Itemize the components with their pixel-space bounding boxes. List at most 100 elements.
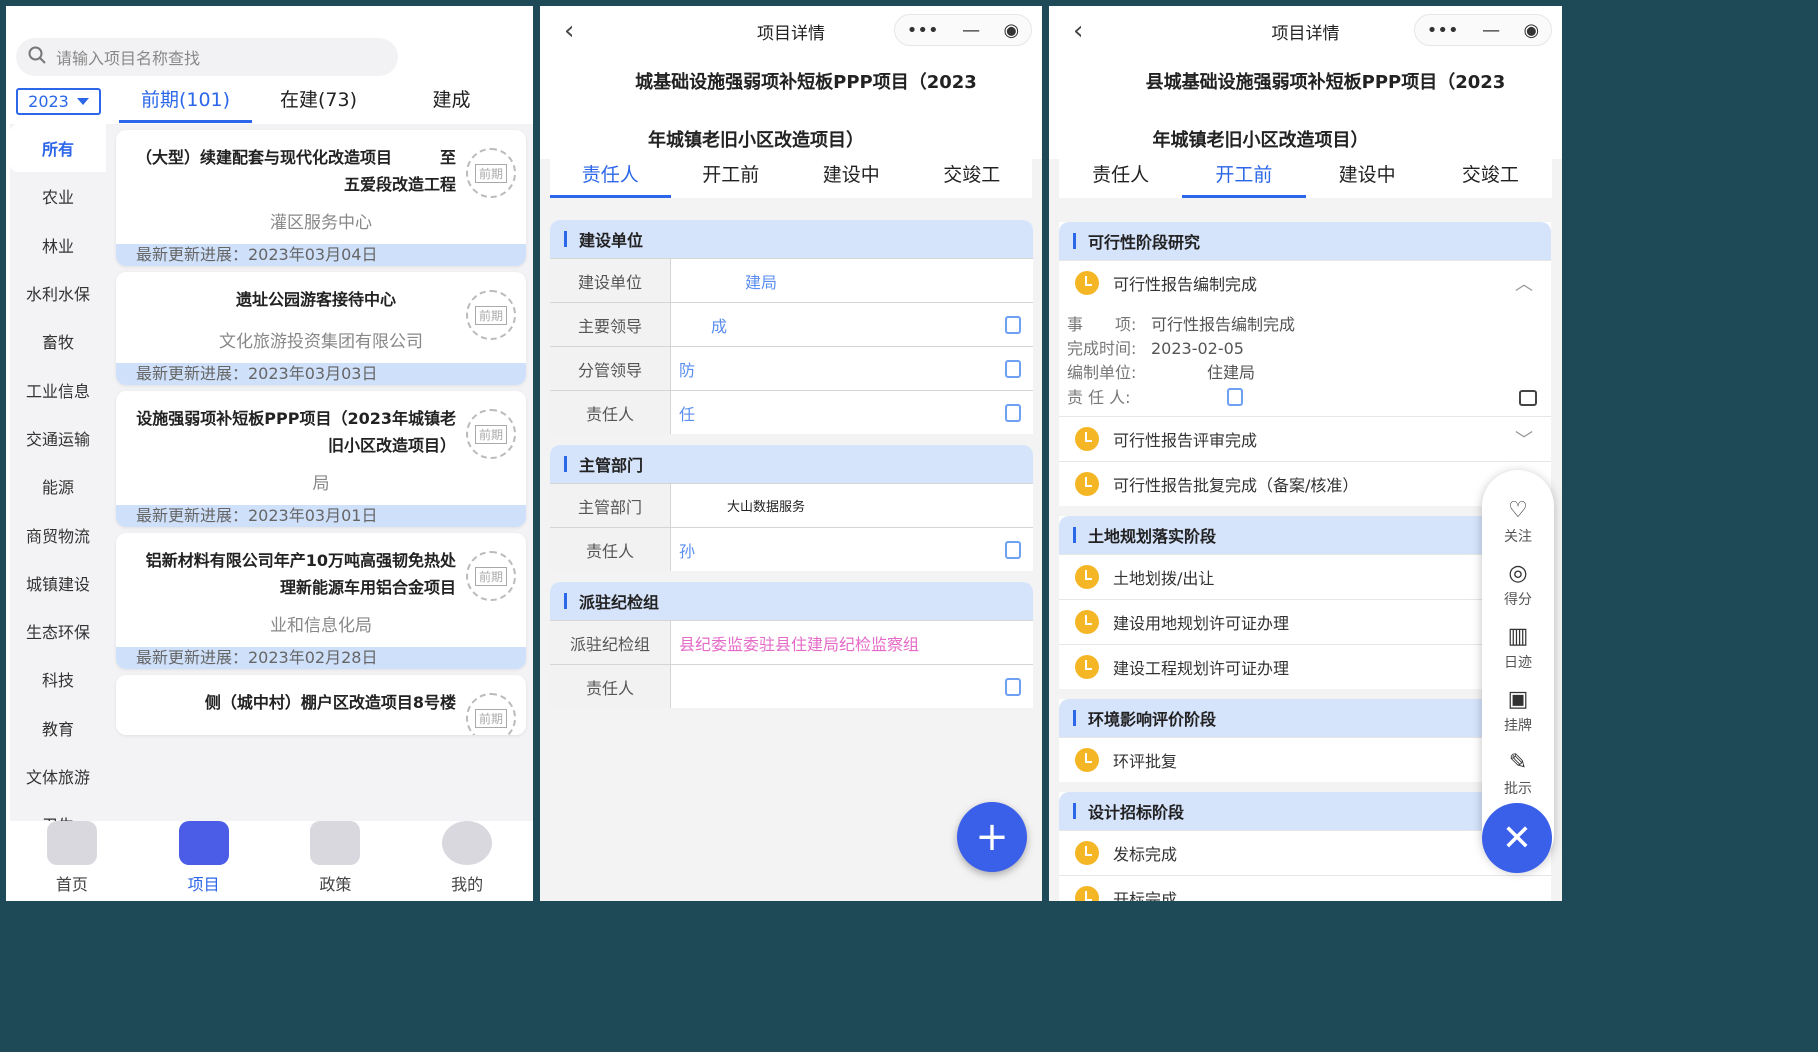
field-label: 分管领导 [550,347,671,390]
nav-project[interactable]: 项目 [138,821,270,901]
nav-home[interactable]: 首页 [6,821,138,901]
chevron-up-icon[interactable]: ︿ [1515,270,1533,296]
close-menu-button[interactable]: ✕ [1482,803,1552,873]
year-select[interactable]: 2023 [16,88,101,115]
category-item[interactable]: 交通运输 [10,414,106,462]
tab-responsible[interactable]: 责任人 [1059,156,1182,198]
tab-completion[interactable]: 交竣工 [1429,156,1552,198]
policy-doc-icon [310,821,361,865]
category-item[interactable]: 林业 [10,221,106,269]
stage-item[interactable]: 环评批复 [1059,737,1551,782]
stage-stamp-icon: 前期 [466,551,516,601]
category-item[interactable]: 农业 [10,172,106,220]
document-icon[interactable] [1005,541,1021,559]
stage-item[interactable]: 土地划拨/出让 [1059,554,1551,599]
tab-preliminary[interactable]: 前期(101) [119,86,252,123]
minimize-icon[interactable]: — [962,20,980,41]
project-list-screen: 请输入项目名称查找 2023 前期(101) 在建(73) 建成 所有 农业 林… [6,6,533,901]
tab-building[interactable]: 建设中 [1306,156,1429,198]
search-placeholder: 请输入项目名称查找 [56,49,201,68]
category-item[interactable]: 教育 [10,704,106,752]
status-tabs: 前期(101) 在建(73) 建成 [119,86,519,123]
project-card[interactable]: 侧（城中村）棚户区改造项目8号楼 前期 [116,675,526,735]
tab-responsible[interactable]: 责任人 [550,156,671,198]
minimize-icon[interactable]: — [1482,20,1500,41]
category-item[interactable]: 文体旅游 [10,752,106,800]
stage-item[interactable]: 发标完成 [1059,830,1551,875]
header-bar: ‹ 项目详情 ••• — ◉ [1049,6,1562,54]
detail-tabs: 责任人 开工前 建设中 交竣工 [550,156,1032,198]
project-org: 文化旅游投资集团有限公司 [219,332,423,352]
project-card[interactable]: 铝新材料有限公司年产10万吨高强韧免热处理新能源车用铝合金项目 业和信息化局 最… [116,533,526,669]
project-title: 设施强弱项补短板PPP项目（2023年城镇老旧小区改造项目） [136,409,456,455]
chevron-down-icon[interactable]: ﹀ [1515,426,1533,452]
stage-item[interactable]: 建设用地规划许可证办理 [1059,599,1551,644]
category-item[interactable]: 科技 [10,655,106,703]
category-item[interactable]: 城镇建设 [10,559,106,607]
update-date: 最新更新进展：2023年03月01日 [116,505,526,527]
category-item[interactable]: 水利水保 [10,269,106,317]
field-label: 主管部门 [550,484,671,527]
category-item[interactable]: 能源 [10,462,106,510]
tab-before-start[interactable]: 开工前 [671,156,792,198]
stage-stamp-icon: 前期 [466,148,516,198]
field-value: 大山数据服务 [727,500,806,515]
nav-mine[interactable]: 我的 [401,821,533,901]
category-sidebar: 所有 农业 林业 水利水保 畜牧 工业信息 交通运输 能源 商贸物流 城镇建设 … [10,124,106,824]
field-label: 责任人 [550,665,671,708]
close-target-icon[interactable]: ◉ [1524,20,1540,41]
tab-building[interactable]: 建设中 [791,156,912,198]
add-button[interactable]: + [957,802,1027,872]
listing-button[interactable]: ▣ 挂牌 [1504,687,1532,750]
nav-policy[interactable]: 政策 [270,821,402,901]
project-card[interactable]: 遗址公园游客接待中心 文化旅游投资集团有限公司 最新更新进展：2023年03月0… [116,272,526,385]
tab-under-construction[interactable]: 在建(73) [252,86,385,123]
document-icon[interactable] [1227,388,1243,406]
stage-stamp-icon: 前期 [466,290,516,340]
clock-icon [1075,610,1099,634]
stage-item[interactable]: 建设工程规划许可证办理 [1059,644,1551,689]
stage-item[interactable]: 可行性报告评审完成 ﹀ [1059,416,1551,461]
project-title: （大型）续建配套与现代化改造项目 至五爱段改造工程 [136,148,457,194]
project-card[interactable]: 设施强弱项补短板PPP项目（2023年城镇老旧小区改造项目） 局 最新更新进展：… [116,391,526,527]
category-item[interactable]: 畜牧 [10,317,106,365]
tab-completed[interactable]: 建成 [385,86,518,123]
category-item[interactable]: 生态环保 [10,607,106,655]
project-title: 侧（城中村）棚户区改造项目8号楼 [204,693,456,712]
header-bar: ‹ 项目详情 ••• — ◉ [540,6,1042,54]
document-icon[interactable] [1005,404,1021,422]
section-header: 建设单位 [550,220,1033,258]
tab-completion[interactable]: 交竣工 [912,156,1033,198]
field-label: 责任人 [550,391,671,434]
more-icon[interactable]: ••• [907,20,939,41]
document-icon[interactable] [1005,316,1021,334]
section-header: 主管部门 [550,445,1033,483]
project-title: 城基础设施强弱项补短板PPP项目（2023 年城镇老旧小区改造项目） [540,54,1042,159]
tab-before-start[interactable]: 开工前 [1182,156,1306,198]
edit-icon: ✎ [1508,750,1528,775]
search-icon [28,46,46,68]
more-icon[interactable]: ••• [1427,20,1459,41]
stage-item[interactable]: 可行性报告编制完成 ︿ [1059,260,1551,305]
search-box[interactable]: 请输入项目名称查找 [16,38,398,76]
briefcase-icon: ▣ [1507,687,1529,712]
project-card[interactable]: （大型）续建配套与现代化改造项目 至五爱段改造工程 灌区服务中心 最新更新进展：… [116,130,526,266]
category-item[interactable]: 工业信息 [10,365,106,413]
comment-icon[interactable] [1519,390,1537,406]
category-item[interactable]: 所有 [10,124,106,173]
stage-stamp-icon: 前期 [466,693,516,735]
follow-button[interactable]: ♡ 关注 [1504,498,1532,561]
category-item[interactable]: 商贸物流 [10,510,106,558]
field-label: 主要领导 [550,303,671,346]
score-button[interactable]: ◎ 得分 [1504,561,1532,624]
stage-item[interactable]: 可行性报告批复完成（备案/核准） [1059,461,1551,506]
field-value [671,665,1033,708]
close-target-icon[interactable]: ◉ [1004,20,1020,41]
home-icon [46,821,97,865]
project-title: 县城基础设施强弱项补短板PPP项目（2023 年城镇老旧小区改造项目） [1049,54,1562,159]
log-button[interactable]: ▥ 日迹 [1504,624,1532,687]
stage-item[interactable]: 开标完成 [1059,875,1551,901]
document-icon[interactable] [1005,678,1021,696]
section-discipline: 派驻纪检组 派驻纪检组 县纪委监委驻县住建局纪检监察组 责任人 [550,582,1033,708]
document-icon[interactable] [1005,360,1021,378]
